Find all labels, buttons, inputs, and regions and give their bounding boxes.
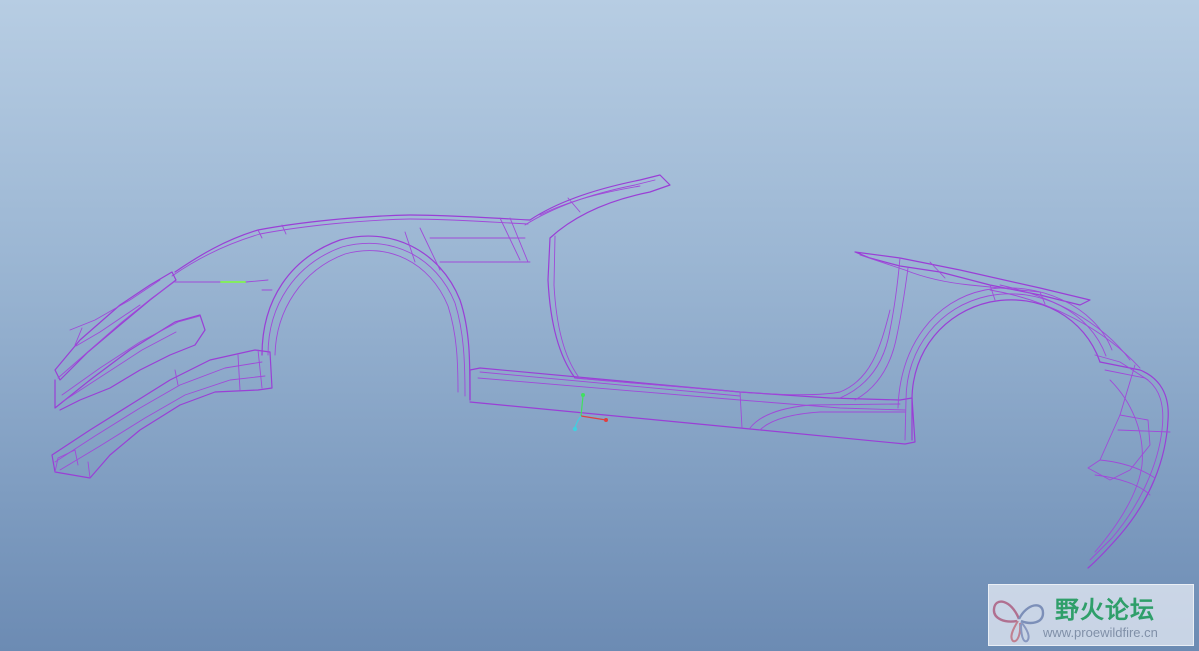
3d-model-viewport[interactable]: 野火论坛 www.proewildfire.cn (0, 0, 1199, 651)
front-bumper-wireframe (51, 214, 531, 479)
side-sill-wireframe (469, 309, 916, 445)
car-body-wireframe[interactable] (0, 0, 1199, 651)
watermark-title: 野火论坛 (1055, 596, 1155, 624)
door-frame-wireframe (429, 174, 671, 379)
butterfly-logo-icon (992, 600, 1045, 643)
front-wheel-arch-wireframe (261, 227, 471, 401)
watermark-url: www.proewildfire.cn (1043, 625, 1158, 640)
forum-watermark: 野火论坛 www.proewildfire.cn (988, 584, 1194, 646)
rear-quarter-wireframe (839, 251, 1171, 569)
